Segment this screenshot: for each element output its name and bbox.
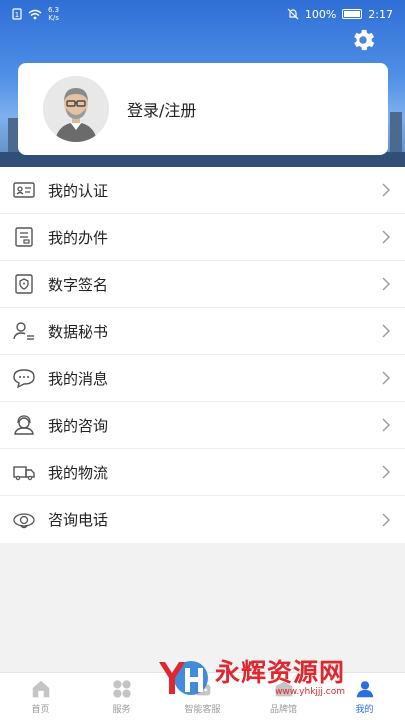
svg-text:1: 1 bbox=[15, 11, 19, 19]
tab-label: 品牌馆 bbox=[269, 705, 297, 715]
phone-ring-icon bbox=[13, 512, 35, 528]
truck-icon bbox=[13, 466, 35, 481]
chevron-right-icon bbox=[382, 183, 390, 197]
login-register-link[interactable]: 登录/注册 bbox=[127, 97, 196, 121]
menu-item-digital-signature[interactable]: 数字签名 bbox=[0, 261, 405, 308]
profile-icon bbox=[356, 681, 373, 698]
chevron-right-icon bbox=[382, 324, 390, 338]
mute-bell-icon bbox=[287, 8, 299, 20]
tab-home[interactable]: 首页 bbox=[0, 673, 81, 720]
menu-item-consultation[interactable]: 我的咨询 bbox=[0, 402, 405, 449]
person-list-icon bbox=[13, 322, 34, 340]
menu-item-label: 数据秘书 bbox=[48, 322, 109, 341]
chevron-right-icon bbox=[382, 230, 390, 244]
document-icon bbox=[15, 227, 33, 247]
watermark-title: 永辉资源网 bbox=[215, 658, 346, 687]
grid-icon bbox=[112, 680, 131, 698]
menu-list: 我的认证 我的办件 数字签名 数据秘书 我的消息 我的咨询 我的物流 咨询电话 bbox=[0, 167, 405, 543]
network-speed: 6.3 K/s bbox=[48, 6, 59, 22]
battery-icon bbox=[342, 9, 363, 19]
tab-label: 服务 bbox=[112, 705, 131, 715]
tab-label: 智能客服 bbox=[184, 705, 221, 715]
chevron-right-icon bbox=[382, 371, 390, 385]
chevron-right-icon bbox=[382, 513, 390, 526]
chevron-right-icon bbox=[382, 465, 390, 479]
sim-icon: 1 bbox=[12, 8, 22, 20]
gear-icon[interactable] bbox=[349, 26, 377, 54]
home-icon bbox=[32, 680, 49, 698]
menu-item-hotline[interactable]: 咨询电话 bbox=[0, 496, 405, 543]
battery-percent: 100% bbox=[304, 7, 337, 21]
clock: 2:17 bbox=[368, 7, 393, 21]
signature-icon bbox=[15, 274, 33, 294]
chevron-right-icon bbox=[382, 418, 390, 432]
menu-item-certification[interactable]: 我的认证 bbox=[0, 167, 405, 214]
watermark-logo-icon bbox=[159, 661, 208, 695]
menu-item-label: 我的物流 bbox=[48, 463, 109, 482]
watermark-url: www.yhkjjj.com bbox=[275, 687, 346, 697]
wifi-icon bbox=[28, 9, 42, 19]
headset-icon bbox=[14, 415, 34, 435]
tab-services[interactable]: 服务 bbox=[81, 673, 162, 720]
menu-item-logistics[interactable]: 我的物流 bbox=[0, 449, 405, 496]
menu-item-messages[interactable]: 我的消息 bbox=[0, 355, 405, 402]
chevron-right-icon bbox=[382, 277, 390, 291]
avatar-illustration bbox=[43, 76, 109, 142]
menu-item-label: 咨询电话 bbox=[48, 511, 109, 529]
skyline-building bbox=[390, 112, 402, 152]
speed-unit: K/s bbox=[48, 14, 59, 22]
menu-item-label: 数字签名 bbox=[48, 275, 109, 294]
tab-label: 首页 bbox=[31, 705, 50, 715]
menu-item-label: 我的咨询 bbox=[48, 416, 109, 435]
tab-label: 我的 bbox=[355, 705, 374, 715]
chat-bubble-icon bbox=[13, 369, 35, 389]
login-card[interactable]: 登录/注册 bbox=[18, 63, 388, 155]
speed-value: 6.3 bbox=[48, 6, 60, 14]
watermark: 永辉资源网 www.yhkjjj.com bbox=[155, 658, 345, 698]
status-bar: 1 6.3 K/s 100% 2:17 bbox=[0, 0, 405, 28]
menu-item-label: 我的消息 bbox=[48, 369, 109, 388]
menu-item-my-cases[interactable]: 我的办件 bbox=[0, 214, 405, 261]
id-card-icon bbox=[13, 182, 35, 198]
menu-item-label: 我的认证 bbox=[48, 181, 109, 200]
menu-item-label: 我的办件 bbox=[48, 228, 109, 247]
user-avatar[interactable] bbox=[43, 76, 109, 142]
menu-item-data-secretary[interactable]: 数据秘书 bbox=[0, 308, 405, 355]
